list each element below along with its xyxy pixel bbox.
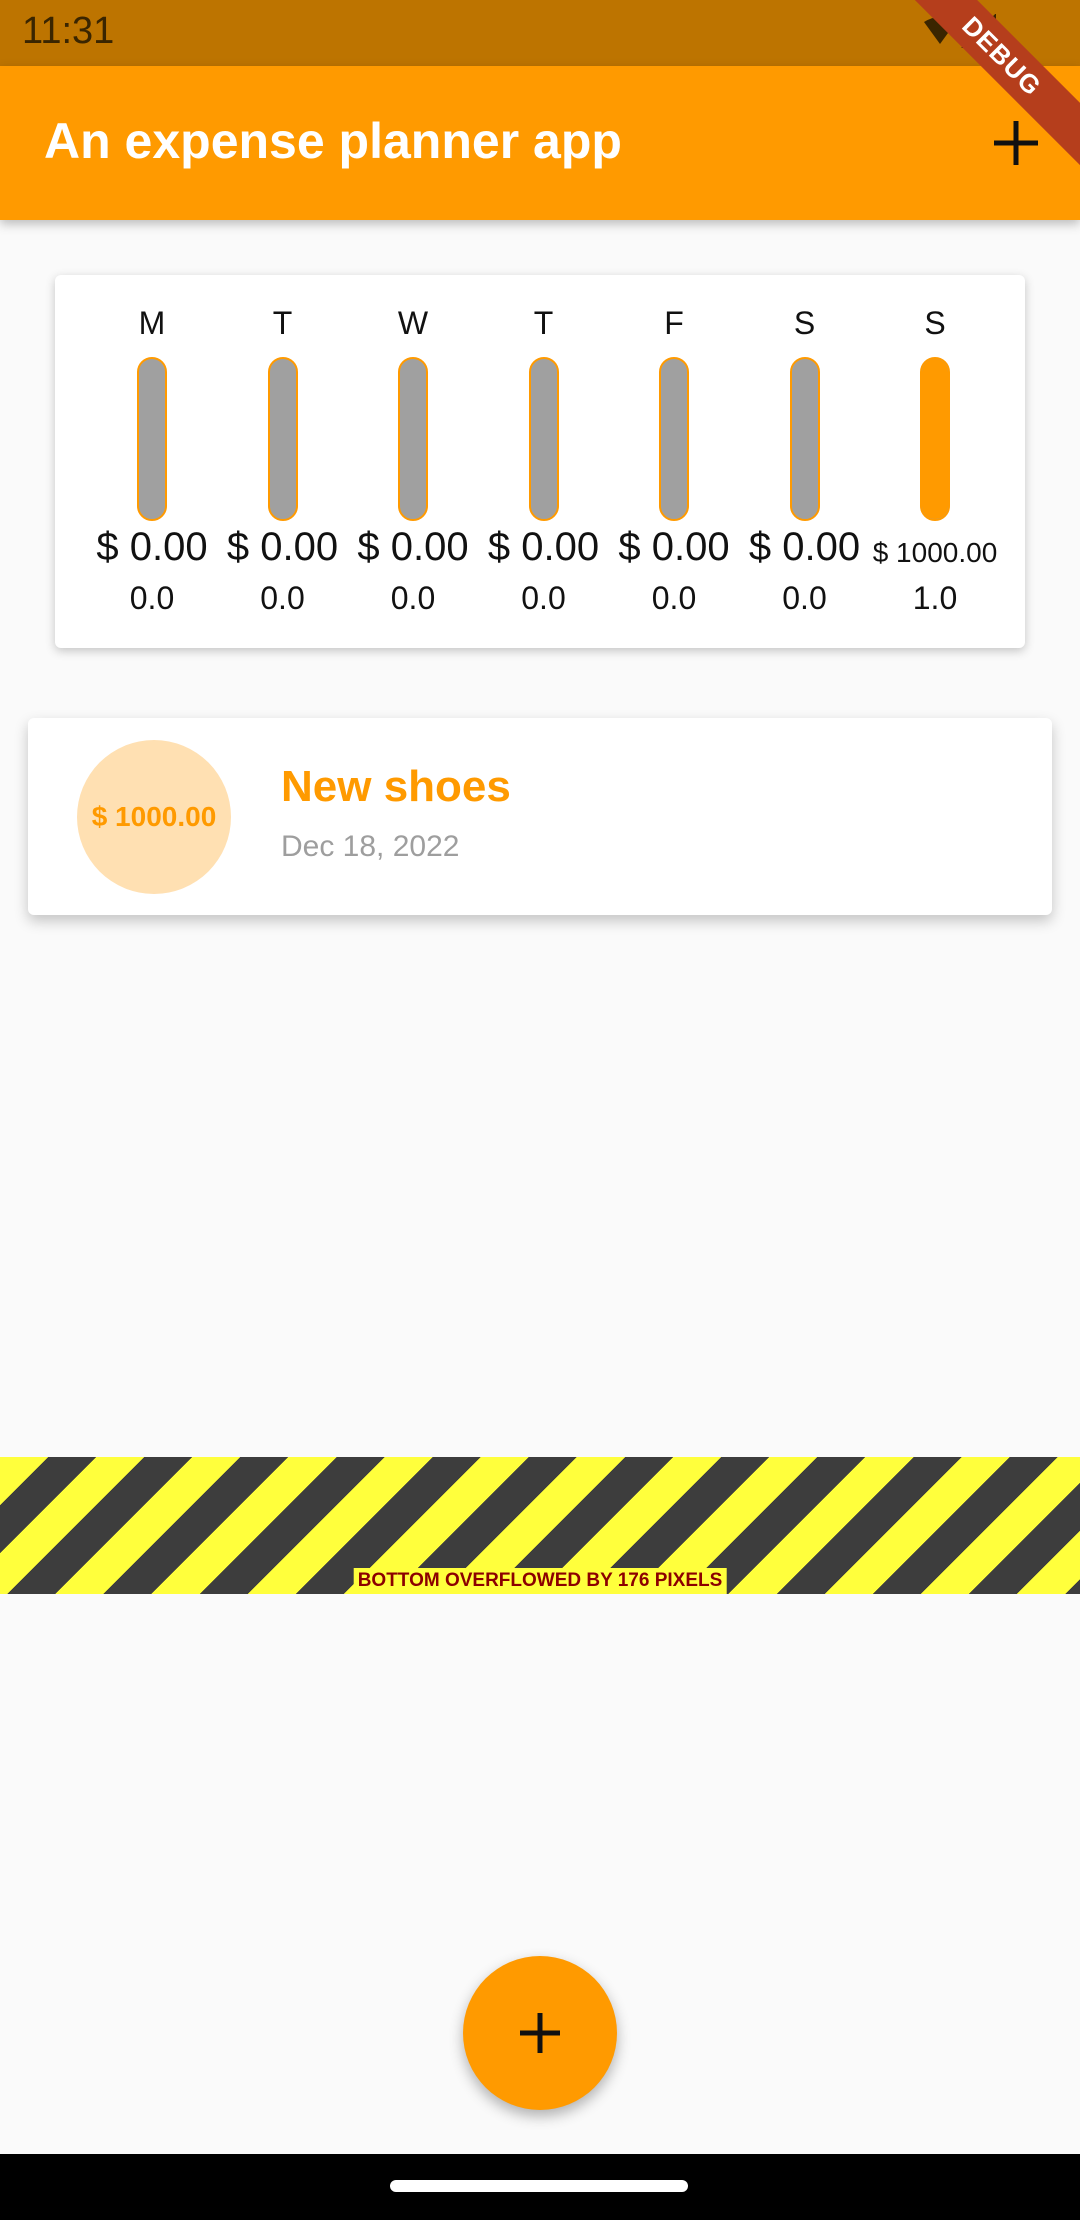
chart-bar-track — [398, 357, 428, 521]
transaction-date: Dec 18, 2022 — [281, 830, 460, 863]
chart-day-column: S $ 1000.00 1.0 — [870, 275, 1000, 648]
chart-amount-label: $ 0.00 — [748, 525, 861, 569]
overflow-warning-text: BOTTOM OVERFLOWED BY 176 PIXELS — [353, 1568, 727, 1594]
chart-value-label: 0.0 — [260, 580, 305, 616]
chart-day-column: S $ 0.00 0.0 — [740, 275, 870, 648]
chart-day-label: T — [272, 305, 293, 341]
chart-value-label: 0.0 — [521, 580, 566, 616]
chart-bar-fill — [922, 359, 948, 519]
chart-bar-track — [789, 357, 820, 521]
chart-amount-label: $ 0.00 — [226, 525, 339, 569]
transaction-title: New shoes — [281, 762, 511, 811]
transaction-amount-avatar: $ 1000.00 — [77, 740, 231, 894]
app-bar: An expense planner app — [0, 66, 1080, 220]
chart-bar-track — [528, 357, 559, 521]
chart-day-column: F $ 0.00 0.0 — [609, 275, 739, 648]
home-indicator[interactable] — [390, 2180, 688, 2192]
transaction-item[interactable]: $ 1000.00 New shoes Dec 18, 2022 — [28, 718, 1052, 915]
chart-bar-track — [267, 357, 298, 521]
app-title: An expense planner app — [44, 113, 622, 169]
status-bar: 11:31 — [0, 0, 1080, 66]
chart-amount-label: $ 0.00 — [96, 525, 208, 569]
chart-day-column: T $ 0.00 0.0 — [218, 275, 348, 648]
chart-day-label: T — [533, 305, 554, 341]
weekly-chart-card: M $ 0.00 0.0 T $ 0.00 0.0 W $ 0.00 0.0 T $ 0.00 0.0… — [55, 275, 1025, 648]
chart-day-label: S — [924, 305, 946, 341]
chart-day-label: F — [664, 305, 684, 341]
overflow-warning-stripes: BOTTOM OVERFLOWED BY 176 PIXELS — [0, 1457, 1080, 1594]
chart-amount-label: $ 0.00 — [618, 525, 730, 569]
status-time: 11:31 — [22, 10, 115, 52]
chart-day-label: S — [793, 305, 816, 341]
chart-amount-label: $ 0.00 — [357, 525, 469, 569]
chart-value-label: 1.0 — [912, 580, 958, 616]
chart-value-label: 0.0 — [782, 580, 827, 616]
chart-bar-track — [137, 357, 167, 521]
chart-day-label: W — [397, 305, 429, 341]
chart-day-column: M $ 0.00 0.0 — [87, 275, 217, 648]
chart-bar-track — [659, 357, 689, 521]
chart-value-label: 0.0 — [390, 580, 436, 616]
floating-add-button[interactable] — [463, 1956, 617, 2110]
chart-bar-track — [920, 357, 950, 521]
chart-value-label: 0.0 — [651, 580, 697, 616]
chart-day-label: M — [138, 305, 166, 341]
system-nav-bar — [0, 2154, 1080, 2220]
plus-icon — [520, 2013, 560, 2053]
chart-value-label: 0.0 — [129, 580, 175, 616]
chart-amount-label: $ 1000.00 — [872, 537, 998, 568]
chart-day-column: T $ 0.00 0.0 — [479, 275, 609, 648]
chart-amount-label: $ 0.00 — [487, 525, 600, 569]
chart-day-column: W $ 0.00 0.0 — [348, 275, 478, 648]
